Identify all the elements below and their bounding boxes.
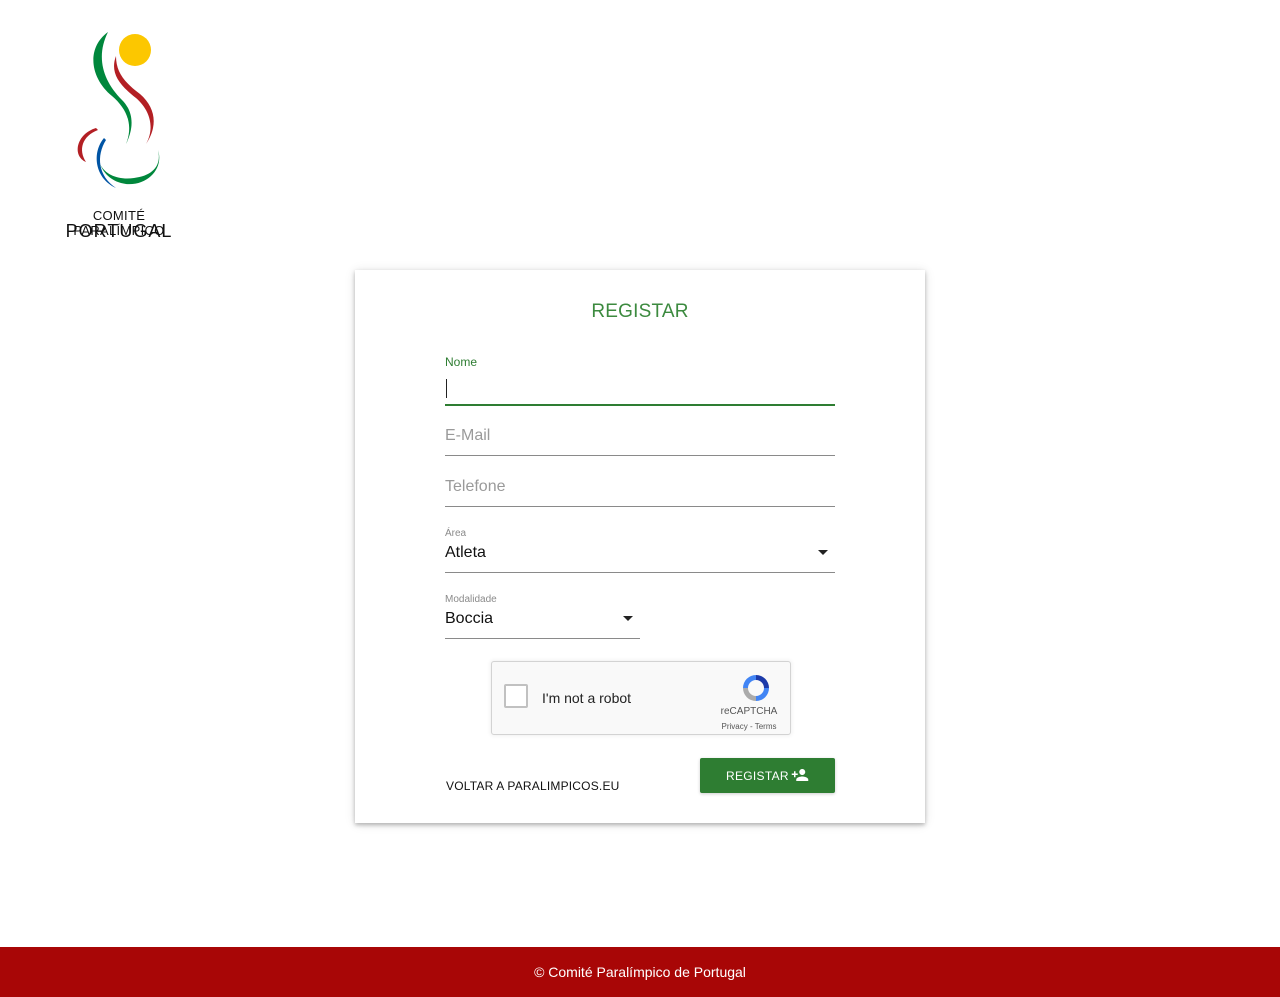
area-select[interactable]: Área Atleta xyxy=(445,528,835,573)
recaptcha-widget: I'm not a robot reCAPTCHA Privacy - Term… xyxy=(491,661,791,735)
recaptcha-links[interactable]: Privacy - Terms xyxy=(714,722,784,731)
footer: © Comité Paralímpico de Portugal xyxy=(0,947,1280,997)
register-button[interactable]: REGISTAR xyxy=(700,758,835,793)
modalidade-label: Modalidade xyxy=(445,594,497,605)
telefone-field[interactable]: Telefone xyxy=(445,471,835,507)
area-underline xyxy=(445,572,835,573)
footer-copyright: © Comité Paralímpico de Portugal xyxy=(534,964,746,980)
paralympic-emblem-icon xyxy=(77,32,160,188)
back-to-site-link[interactable]: VOLTAR A PARALIMPICOS.EU xyxy=(446,779,620,793)
chevron-down-icon[interactable] xyxy=(818,550,828,555)
telefone-underline xyxy=(445,506,835,507)
register-card: REGISTAR Nome E-Mail Telefone Área Atlet… xyxy=(355,270,925,823)
register-button-label: REGISTAR xyxy=(726,769,789,783)
recaptcha-logo-icon xyxy=(743,675,769,701)
nome-field[interactable]: Nome xyxy=(445,352,835,406)
recaptcha-checkbox[interactable] xyxy=(504,684,528,708)
paralympic-committee-logo: COMITÉ PARALÍMPICO PORTUGAL xyxy=(48,28,190,242)
area-label: Área xyxy=(445,528,467,539)
person-add-icon xyxy=(791,769,809,781)
telefone-placeholder: Telefone xyxy=(445,478,506,495)
nome-label: Nome xyxy=(445,355,478,369)
chevron-down-icon[interactable] xyxy=(623,616,633,621)
recaptcha-label: I'm not a robot xyxy=(542,690,632,706)
modalidade-value: Boccia xyxy=(445,610,494,627)
email-underline xyxy=(445,455,835,456)
area-value: Atleta xyxy=(445,544,486,561)
modalidade-underline xyxy=(445,638,640,639)
modalidade-select[interactable]: Modalidade Boccia xyxy=(445,594,640,639)
email-placeholder: E-Mail xyxy=(445,427,491,444)
logo-text-line2: PORTUGAL xyxy=(65,221,173,241)
form-title: REGISTAR xyxy=(591,301,689,322)
text-cursor xyxy=(446,379,447,398)
email-field[interactable]: E-Mail xyxy=(445,420,835,456)
nome-underline xyxy=(445,404,835,406)
recaptcha-brand: reCAPTCHA xyxy=(720,706,778,717)
